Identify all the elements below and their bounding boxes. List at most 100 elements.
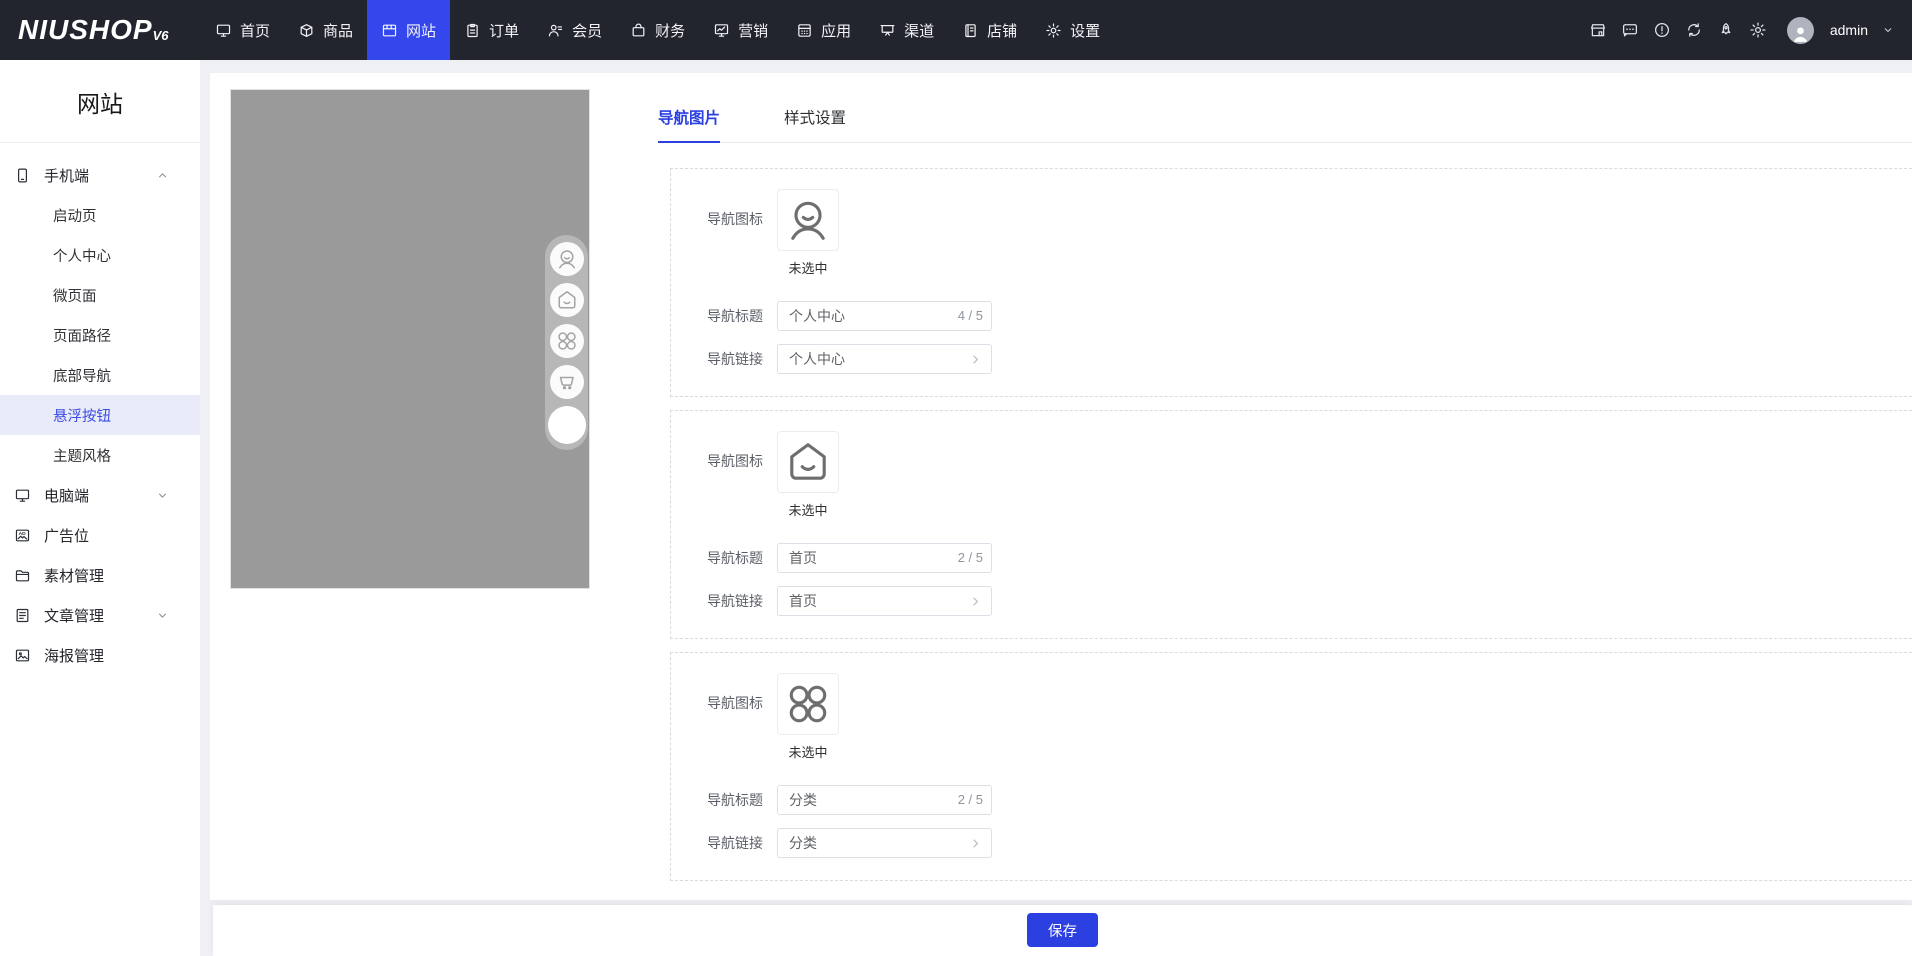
sidebar-item-label: 文章管理 [44, 605, 104, 626]
topnav-label: 应用 [821, 20, 851, 41]
folder-icon [14, 567, 31, 584]
topnav-label: 订单 [489, 20, 519, 41]
nav-section-personal-center: 导航图标 未选中 导航标题 4 / 5 导航链接 个人 [670, 168, 1912, 397]
topnav-item-orders[interactable]: 订单 [450, 0, 533, 60]
home-icon [785, 439, 831, 485]
nav-link-selector[interactable]: 分类 [777, 828, 992, 858]
monitor-icon [215, 22, 232, 39]
marketing-icon [713, 22, 730, 39]
save-button[interactable]: 保存 [1027, 913, 1098, 947]
nav-link-selector[interactable]: 首页 [777, 586, 992, 616]
nav-icon-picker[interactable] [777, 673, 839, 735]
topnav-item-settings[interactable]: 设置 [1031, 0, 1114, 60]
ad-icon: AD [14, 527, 31, 544]
shop-icon [962, 22, 979, 39]
refresh-icon[interactable] [1685, 21, 1703, 39]
nav-link-label: 导航链接 [707, 833, 763, 853]
topnav-item-channels[interactable]: 渠道 [865, 0, 948, 60]
order-icon [464, 22, 481, 39]
topnav-item-store[interactable]: 店铺 [948, 0, 1031, 60]
sidebar-item-mobile[interactable]: 手机端 [0, 155, 200, 195]
desktop-icon [14, 487, 31, 504]
sidebar-item-personal-center[interactable]: 个人中心 [0, 235, 200, 275]
sidebar-item-posters[interactable]: 海报管理 [0, 635, 200, 675]
nav-icon-label: 导航图标 [707, 451, 763, 471]
widget-home-button[interactable] [550, 283, 584, 317]
sidebar-item-page-path[interactable]: 页面路径 [0, 315, 200, 355]
topnav-item-goods[interactable]: 商品 [284, 0, 367, 60]
topnav-item-home[interactable]: 首页 [201, 0, 284, 60]
category-icon [785, 681, 831, 727]
chevron-right-icon [968, 594, 983, 609]
char-counter: 2 / 5 [958, 792, 983, 807]
user-icon [785, 197, 831, 243]
website-icon [381, 22, 398, 39]
icon-state-label: 未选中 [788, 500, 827, 519]
char-counter: 4 / 5 [958, 308, 983, 323]
sidebar-item-material[interactable]: 素材管理 [0, 555, 200, 595]
topnav-item-website[interactable]: 网站 [367, 0, 450, 60]
topnav-label: 首页 [240, 20, 270, 41]
char-counter: 2 / 5 [958, 550, 983, 565]
sidebar-item-articles[interactable]: 文章管理 [0, 595, 200, 635]
widget-user-button[interactable] [550, 242, 584, 276]
nav-icon-picker[interactable] [777, 431, 839, 493]
topnav-item-finance[interactable]: 财务 [616, 0, 699, 60]
sidebar-item-micro-page[interactable]: 微页面 [0, 275, 200, 315]
topnav-label: 会员 [572, 20, 602, 41]
chevron-right-icon [968, 836, 983, 851]
icon-state-label: 未选中 [788, 742, 827, 761]
topnav-item-members[interactable]: 会员 [533, 0, 616, 60]
sidebar-item-desktop[interactable]: 电脑端 [0, 475, 200, 515]
sidebar-sub-label: 微页面 [53, 285, 97, 306]
sidebar-item-ad-space[interactable]: AD 广告位 [0, 515, 200, 555]
nav-sections: 导航图标 未选中 导航标题 4 / 5 导航链接 个人 [670, 168, 1912, 881]
storefront-icon[interactable] [1589, 21, 1607, 39]
widget-cart-button[interactable] [550, 365, 584, 399]
sidebar-menu: 手机端 启动页 个人中心 微页面 页面路径 底部导航 悬浮按钮 主题风格 电脑端… [0, 143, 200, 675]
sidebar-item-theme-style[interactable]: 主题风格 [0, 435, 200, 475]
widget-blank-button[interactable] [548, 406, 586, 444]
nav-link-label: 导航链接 [707, 349, 763, 369]
member-icon [547, 22, 564, 39]
nav-link-selector[interactable]: 个人中心 [777, 344, 992, 374]
topnav-item-apps[interactable]: 应用 [782, 0, 865, 60]
nav-icon-picker[interactable] [777, 189, 839, 251]
tab-nav-images[interactable]: 导航图片 [658, 106, 720, 143]
sidebar-item-float-button[interactable]: 悬浮按钮 [0, 395, 200, 435]
category-icon [556, 330, 578, 352]
nav-section-category: 导航图标 未选中 导航标题 2 / 5 导航链接 分类 [670, 652, 1912, 881]
sidebar-sub-label: 主题风格 [53, 445, 111, 466]
username[interactable]: admin [1830, 22, 1868, 38]
message-icon[interactable] [1621, 21, 1639, 39]
sidebar-sub-label: 启动页 [53, 205, 97, 226]
widget-category-button[interactable] [550, 324, 584, 358]
chevron-down-icon [156, 489, 169, 502]
avatar[interactable] [1787, 17, 1814, 44]
nav-section-home: 导航图标 未选中 导航标题 2 / 5 导航链接 首页 [670, 410, 1912, 639]
sidebar-item-label: 手机端 [44, 165, 89, 186]
sidebar-sub-label: 底部导航 [53, 365, 111, 386]
topnav-label: 营销 [738, 20, 768, 41]
topnav-item-marketing[interactable]: 营销 [699, 0, 782, 60]
topnav-label: 网站 [406, 20, 436, 41]
nav-link-label: 导航链接 [707, 591, 763, 611]
topbar-spacer [1114, 0, 1589, 60]
tab-bar: 导航图片 样式设置 [658, 106, 1912, 143]
nav-link-value: 个人中心 [789, 349, 845, 369]
gear-icon[interactable] [1749, 21, 1767, 39]
finance-icon [630, 22, 647, 39]
sidebar-item-label: 广告位 [44, 525, 89, 546]
chevron-down-icon[interactable] [1882, 24, 1894, 36]
nav-title-label: 导航标题 [707, 548, 763, 568]
tab-style-settings[interactable]: 样式设置 [784, 106, 846, 143]
topnav-label: 设置 [1070, 20, 1100, 41]
cart-icon [556, 371, 578, 393]
info-icon[interactable] [1653, 21, 1671, 39]
sidebar-item-bottom-nav[interactable]: 底部导航 [0, 355, 200, 395]
channel-icon [879, 22, 896, 39]
sidebar-item-launch-page[interactable]: 启动页 [0, 195, 200, 235]
rocket-icon[interactable] [1717, 21, 1735, 39]
sidebar-sub-label: 页面路径 [53, 325, 111, 346]
sidebar-title: 网站 [0, 60, 200, 142]
